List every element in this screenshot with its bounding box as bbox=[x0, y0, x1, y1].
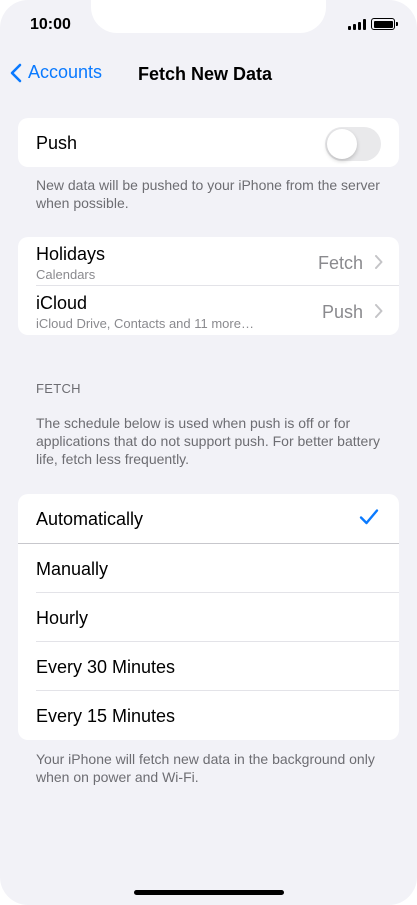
fetch-option-every-15-minutes[interactable]: Every 15 Minutes bbox=[18, 691, 399, 740]
status-icons bbox=[348, 18, 398, 30]
push-row: Push bbox=[18, 118, 399, 167]
page-title: Fetch New Data bbox=[138, 64, 273, 84]
fetch-option-label: Every 30 Minutes bbox=[36, 657, 176, 677]
fetch-option-label: Every 15 Minutes bbox=[36, 706, 176, 726]
account-name: Holidays bbox=[36, 244, 106, 264]
chevron-right-icon bbox=[375, 304, 383, 318]
fetch-option-label: Hourly bbox=[36, 608, 89, 628]
toggle-knob bbox=[327, 129, 357, 159]
push-label: Push bbox=[36, 133, 78, 153]
fetch-footnote: Your iPhone will fetch new data in the b… bbox=[36, 751, 375, 785]
accounts-group: Holidays Calendars Fetch iCloud iCloud D… bbox=[18, 237, 399, 335]
chevron-right-icon bbox=[375, 255, 383, 269]
home-indicator[interactable] bbox=[134, 890, 284, 895]
push-footnote: New data will be pushed to your iPhone f… bbox=[36, 177, 380, 211]
fetch-option-automatically[interactable]: Automatically bbox=[18, 494, 399, 544]
account-row-icloud[interactable]: iCloud iCloud Drive, Contacts and 11 mor… bbox=[18, 286, 399, 335]
cellular-signal-icon bbox=[348, 18, 366, 30]
push-group: Push bbox=[18, 118, 399, 167]
fetch-options-group: Automatically Manually Hourly Every 30 M… bbox=[18, 494, 399, 740]
fetch-option-label: Automatically bbox=[36, 509, 144, 529]
battery-icon bbox=[371, 18, 398, 30]
back-label: Accounts bbox=[28, 62, 103, 82]
fetch-option-manually[interactable]: Manually bbox=[18, 544, 399, 593]
fetch-description: The schedule below is used when push is … bbox=[36, 415, 380, 467]
navigation-bar: Accounts Fetch New Data bbox=[0, 56, 417, 92]
fetch-section-header: FETCH bbox=[36, 381, 81, 396]
account-name: iCloud bbox=[36, 293, 88, 313]
account-fetch-value: Push bbox=[321, 302, 363, 322]
checkmark-icon bbox=[359, 509, 379, 525]
status-time: 10:00 bbox=[30, 16, 71, 33]
account-subtitle: iCloud Drive, Contacts and 11 more… bbox=[36, 316, 254, 331]
account-row-holidays[interactable]: Holidays Calendars Fetch bbox=[18, 237, 399, 286]
account-fetch-value: Fetch bbox=[317, 253, 363, 273]
phone-screen: 10:00 Accounts Fetch New Data Push New d… bbox=[0, 0, 417, 905]
fetch-option-hourly[interactable]: Hourly bbox=[18, 593, 399, 642]
notch bbox=[91, 0, 326, 33]
fetch-option-label: Manually bbox=[36, 559, 109, 579]
fetch-option-every-30-minutes[interactable]: Every 30 Minutes bbox=[18, 642, 399, 691]
back-button[interactable]: Accounts bbox=[10, 62, 102, 83]
chevron-left-icon bbox=[10, 63, 22, 82]
push-toggle[interactable] bbox=[325, 127, 381, 161]
account-subtitle: Calendars bbox=[36, 267, 96, 282]
